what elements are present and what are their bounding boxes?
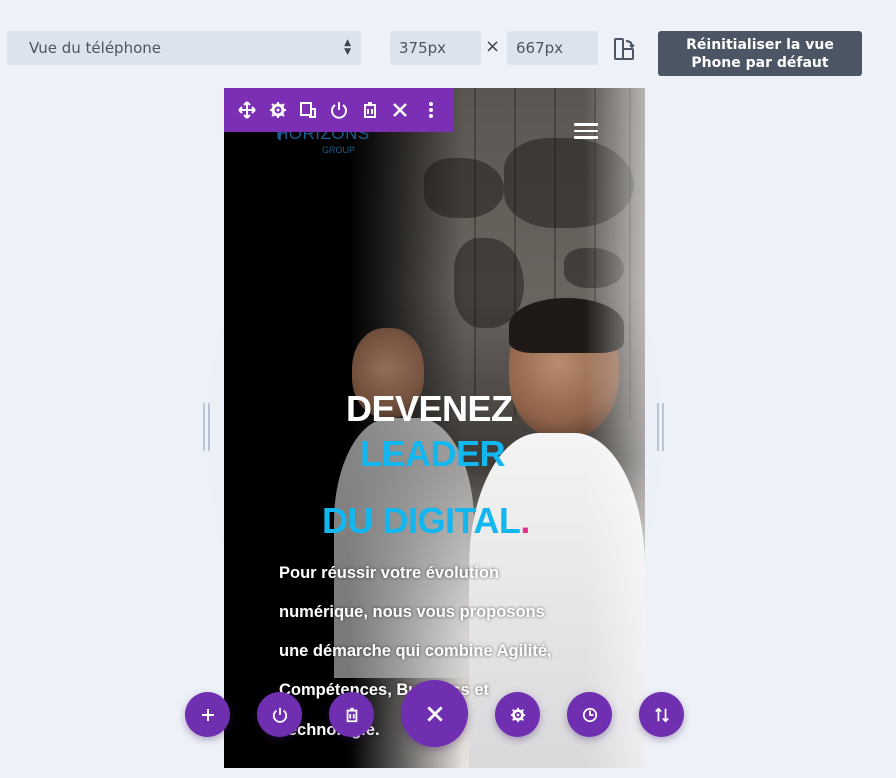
rotate-device-icon[interactable] <box>613 37 637 61</box>
select-arrows-icon: ▲ ▼ <box>344 38 351 57</box>
map-continent <box>424 158 504 218</box>
history-button[interactable] <box>567 692 612 737</box>
reset-phone-view-button[interactable]: Réinitialiser la vue Phone par défaut <box>658 31 862 76</box>
body-text-line: une démarche qui combine Agilité, <box>279 642 552 660</box>
logo-subtext: GROUP <box>322 145 356 155</box>
photo-fade <box>585 88 645 768</box>
view-select-value: Vue du téléphone <box>29 39 161 57</box>
close-icon <box>426 705 443 722</box>
power-icon[interactable] <box>330 101 348 119</box>
more-vertical-icon[interactable] <box>422 101 440 119</box>
module-toolbar <box>224 88 454 132</box>
height-value: 667px <box>516 39 564 57</box>
headline-line-3-wrap: DU DIGITAL. <box>322 500 530 542</box>
headline-line-2: LEADER <box>360 433 506 474</box>
sort-button[interactable] <box>639 692 684 737</box>
view-select[interactable]: Vue du téléphone ▲ ▼ <box>7 31 361 65</box>
close-main-button[interactable] <box>401 680 468 747</box>
duplicate-icon[interactable] <box>299 101 317 119</box>
power-icon <box>272 707 287 723</box>
trash-icon <box>346 707 357 722</box>
body-text-line: Pour réussir votre évolution <box>279 564 500 582</box>
disable-button[interactable] <box>257 692 302 737</box>
width-input[interactable]: 375px <box>390 31 481 65</box>
gear-icon[interactable] <box>269 101 287 119</box>
dimension-separator: × <box>485 36 501 57</box>
resize-handle-right[interactable] <box>657 403 665 451</box>
hamburger-menu-icon[interactable] <box>574 123 598 141</box>
headline-line-1: DEVENEZ <box>346 388 513 429</box>
headline-line-3: DU DIGITAL <box>322 500 521 541</box>
settings-button[interactable] <box>495 692 540 737</box>
history-icon <box>582 707 597 722</box>
height-input[interactable]: 667px <box>507 31 598 65</box>
headline-dot: . <box>520 500 531 541</box>
width-value: 375px <box>399 39 447 57</box>
trash-icon[interactable] <box>361 101 379 119</box>
close-icon[interactable] <box>391 101 409 119</box>
add-button[interactable] <box>185 692 230 737</box>
delete-button[interactable] <box>329 692 374 737</box>
sort-icon <box>654 707 669 722</box>
resize-handle-left[interactable] <box>203 403 211 451</box>
move-icon[interactable] <box>238 101 256 119</box>
add-icon <box>201 708 214 721</box>
gear-icon <box>510 707 525 722</box>
body-text-line: numérique, nous vous proposons <box>279 603 545 621</box>
